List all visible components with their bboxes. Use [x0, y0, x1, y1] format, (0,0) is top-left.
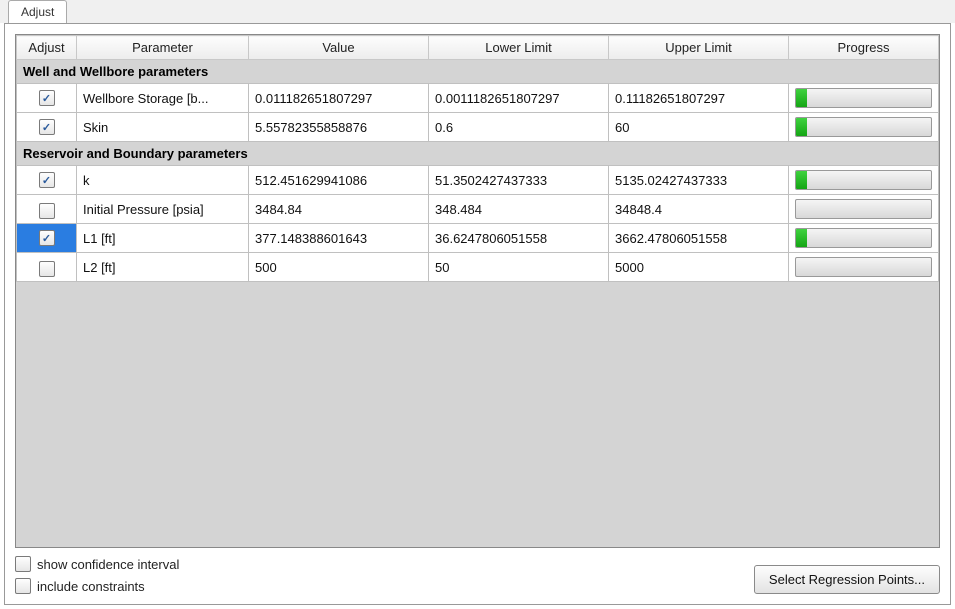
parameters-grid: Adjust Parameter Value Lower Limit Upper…	[15, 34, 940, 548]
tab-bar: Adjust	[0, 0, 955, 23]
adjust-checkbox[interactable]	[39, 172, 55, 188]
progress-cell	[789, 195, 939, 224]
table-row[interactable]: Skin5.557823558588760.660	[17, 113, 939, 142]
progress-cell	[789, 166, 939, 195]
col-header-adjust[interactable]: Adjust	[17, 36, 77, 60]
show-confidence-label: show confidence interval	[37, 557, 179, 572]
value-cell[interactable]: 3484.84	[249, 195, 429, 224]
upper-limit-cell[interactable]: 34848.4	[609, 195, 789, 224]
tab-adjust[interactable]: Adjust	[8, 0, 67, 23]
lower-limit-cell[interactable]: 51.3502427437333	[429, 166, 609, 195]
table-row[interactable]: L2 [ft]500505000	[17, 253, 939, 282]
progress-bar	[795, 199, 932, 219]
progress-bar	[795, 88, 932, 108]
adjust-cell[interactable]	[17, 84, 77, 113]
progress-fill	[796, 171, 807, 189]
content-frame: Adjust Parameter Value Lower Limit Upper…	[4, 23, 951, 605]
lower-limit-cell[interactable]: 0.0011182651807297	[429, 84, 609, 113]
upper-limit-cell[interactable]: 3662.47806051558	[609, 224, 789, 253]
adjust-checkbox[interactable]	[39, 203, 55, 219]
upper-limit-cell[interactable]: 5000	[609, 253, 789, 282]
table-row[interactable]: L1 [ft]377.14838860164336.62478060515583…	[17, 224, 939, 253]
adjust-cell[interactable]	[17, 253, 77, 282]
adjust-cell[interactable]	[17, 113, 77, 142]
adjust-checkbox[interactable]	[39, 90, 55, 106]
value-cell[interactable]: 0.011182651807297	[249, 84, 429, 113]
progress-fill	[796, 229, 807, 247]
select-regression-points-button[interactable]: Select Regression Points...	[754, 565, 940, 594]
col-header-parameter[interactable]: Parameter	[77, 36, 249, 60]
group-header: Well and Wellbore parameters	[17, 60, 939, 84]
progress-bar	[795, 170, 932, 190]
checkbox-icon	[15, 556, 31, 572]
parameter-cell[interactable]: Wellbore Storage [b...	[77, 84, 249, 113]
adjust-checkbox[interactable]	[39, 230, 55, 246]
lower-limit-cell[interactable]: 0.6	[429, 113, 609, 142]
progress-cell	[789, 224, 939, 253]
lower-limit-cell[interactable]: 36.6247806051558	[429, 224, 609, 253]
include-constraints-checkbox[interactable]: include constraints	[15, 578, 179, 594]
table-row[interactable]: Wellbore Storage [b...0.0111826518072970…	[17, 84, 939, 113]
adjust-checkbox[interactable]	[39, 261, 55, 277]
group-header: Reservoir and Boundary parameters	[17, 142, 939, 166]
upper-limit-cell[interactable]: 0.11182651807297	[609, 84, 789, 113]
progress-cell	[789, 253, 939, 282]
progress-cell	[789, 113, 939, 142]
lower-limit-cell[interactable]: 348.484	[429, 195, 609, 224]
include-constraints-label: include constraints	[37, 579, 145, 594]
progress-bar	[795, 117, 932, 137]
progress-fill	[796, 89, 807, 107]
value-cell[interactable]: 500	[249, 253, 429, 282]
parameter-cell[interactable]: k	[77, 166, 249, 195]
adjust-cell[interactable]	[17, 166, 77, 195]
lower-limit-cell[interactable]: 50	[429, 253, 609, 282]
col-header-progress[interactable]: Progress	[789, 36, 939, 60]
parameter-cell[interactable]: Initial Pressure [psia]	[77, 195, 249, 224]
col-header-lower[interactable]: Lower Limit	[429, 36, 609, 60]
value-cell[interactable]: 377.148388601643	[249, 224, 429, 253]
bottom-bar: show confidence interval include constra…	[15, 548, 940, 594]
checkbox-icon	[15, 578, 31, 594]
table-row[interactable]: Initial Pressure [psia]3484.84348.484348…	[17, 195, 939, 224]
parameter-cell[interactable]: Skin	[77, 113, 249, 142]
progress-bar	[795, 257, 932, 277]
parameter-cell[interactable]: L1 [ft]	[77, 224, 249, 253]
parameter-cell[interactable]: L2 [ft]	[77, 253, 249, 282]
col-header-upper[interactable]: Upper Limit	[609, 36, 789, 60]
col-header-value[interactable]: Value	[249, 36, 429, 60]
value-cell[interactable]: 5.55782355858876	[249, 113, 429, 142]
upper-limit-cell[interactable]: 60	[609, 113, 789, 142]
progress-cell	[789, 84, 939, 113]
table-row[interactable]: k512.45162994108651.35024274373335135.02…	[17, 166, 939, 195]
adjust-checkbox[interactable]	[39, 119, 55, 135]
adjust-cell[interactable]	[17, 195, 77, 224]
adjust-cell[interactable]	[17, 224, 77, 253]
progress-fill	[796, 118, 807, 136]
show-confidence-interval-checkbox[interactable]: show confidence interval	[15, 556, 179, 572]
upper-limit-cell[interactable]: 5135.02427437333	[609, 166, 789, 195]
value-cell[interactable]: 512.451629941086	[249, 166, 429, 195]
progress-bar	[795, 228, 932, 248]
